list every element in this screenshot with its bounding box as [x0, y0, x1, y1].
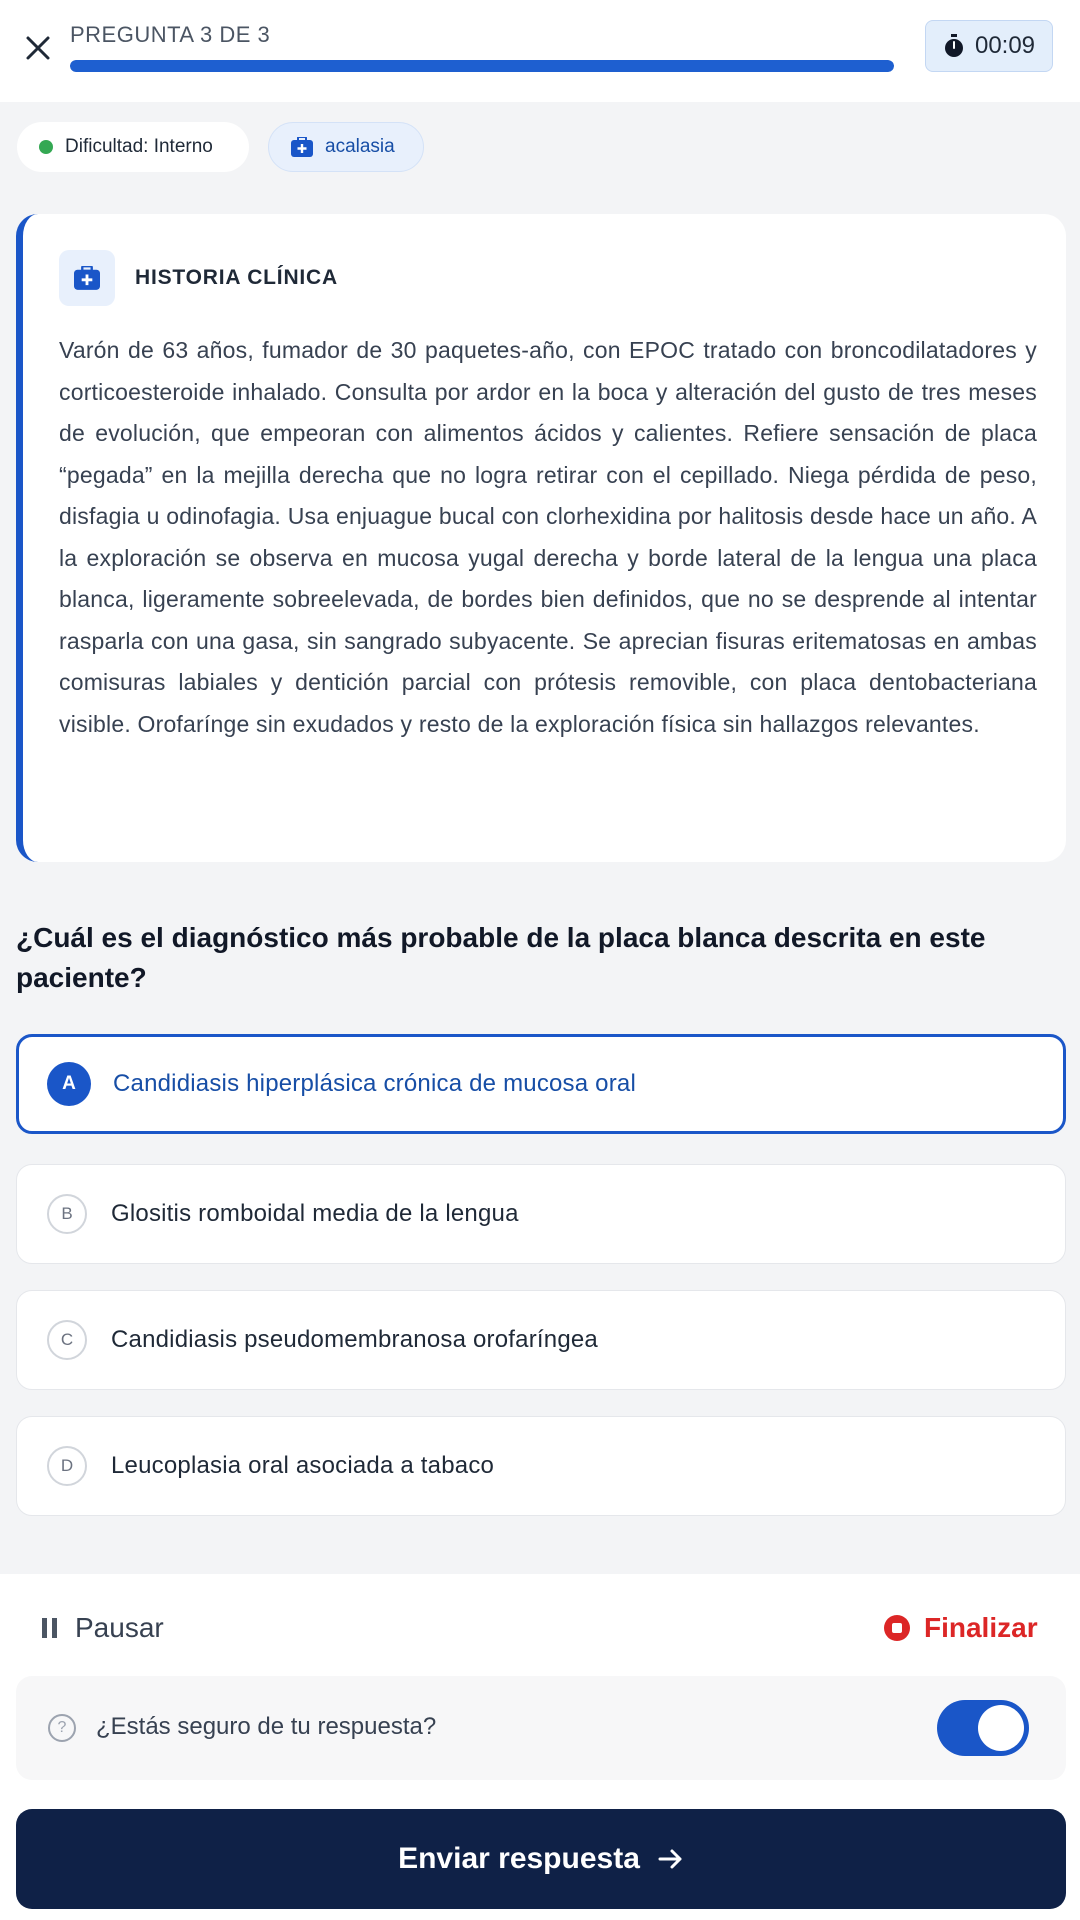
clinical-history-card: HISTORIA CLÍNICA Varón de 63 años, fumad…: [16, 214, 1066, 862]
bottom-action-panel: Pausar Finalizar ? ¿Estás seguro de tu r…: [0, 1574, 1080, 1920]
card-icon-box: [59, 250, 115, 306]
confirm-toggle[interactable]: [937, 1700, 1029, 1756]
timer-value: 00:09: [974, 32, 1036, 59]
medical-kit-icon: [74, 266, 100, 290]
progress-bar-fill: [70, 60, 894, 72]
case-description: Varón de 63 años, fumador de 30 paquetes…: [59, 337, 1037, 737]
stopwatch-icon: [944, 34, 963, 57]
close-icon: [26, 36, 50, 60]
top-bar: PREGUNTA 3 DE 3 00:09: [0, 0, 1080, 102]
topic-chip[interactable]: acalasia: [268, 122, 424, 172]
progress-bar: [70, 60, 894, 72]
card-header: HISTORIA CLÍNICA: [59, 250, 338, 306]
submit-answer-button[interactable]: Enviar respuesta: [16, 1809, 1066, 1909]
medical-kit-icon: [291, 137, 313, 157]
stop-icon: [884, 1615, 910, 1641]
progress-label: PREGUNTA 3 DE 3: [70, 22, 271, 47]
card-title: HISTORIA CLÍNICA: [135, 266, 338, 289]
help-icon: ?: [48, 1714, 76, 1742]
option-text: Leucoplasia oral asociada a tabaco: [111, 1452, 495, 1479]
option-letter: B: [47, 1194, 87, 1234]
answer-option-b[interactable]: B Glositis romboidal media de la lengua: [16, 1164, 1066, 1264]
toggle-knob: [978, 1705, 1024, 1751]
arrow-right-icon: [658, 1849, 682, 1869]
topic-label: acalasia: [325, 136, 395, 157]
answer-option-d[interactable]: D Leucoplasia oral asociada a tabaco: [16, 1416, 1066, 1516]
question-text: ¿Cuál es el diagnóstico más probable de …: [16, 922, 986, 993]
answer-option-a[interactable]: A Candidiasis hiperplásica crónica de mu…: [16, 1034, 1066, 1134]
pause-icon: [42, 1618, 57, 1638]
difficulty-chip: Dificultad: Interno: [17, 122, 249, 172]
pause-label: Pausar: [75, 1612, 164, 1643]
option-letter: A: [47, 1062, 91, 1106]
option-text: Candidiasis pseudomembranosa orofaríngea: [111, 1326, 598, 1353]
finish-button[interactable]: Finalizar: [884, 1612, 1038, 1644]
difficulty-dot-icon: [39, 140, 53, 154]
option-text: Candidiasis hiperplásica crónica de muco…: [113, 1070, 636, 1097]
timer: 00:09: [925, 20, 1053, 72]
option-letter: C: [47, 1320, 87, 1360]
confirm-label: ¿Estás seguro de tu respuesta?: [96, 1713, 437, 1740]
option-text: Glositis romboidal media de la lengua: [111, 1200, 519, 1227]
answer-option-c[interactable]: C Candidiasis pseudomembranosa orofaríng…: [16, 1290, 1066, 1390]
confirm-answer-row: ? ¿Estás seguro de tu respuesta?: [16, 1676, 1066, 1780]
option-letter: D: [47, 1446, 87, 1486]
difficulty-label: Dificultad: Interno: [65, 136, 213, 157]
submit-label: Enviar respuesta: [398, 1842, 640, 1875]
finish-label: Finalizar: [924, 1612, 1038, 1643]
close-button[interactable]: [18, 28, 58, 68]
pause-button[interactable]: Pausar: [42, 1612, 164, 1644]
